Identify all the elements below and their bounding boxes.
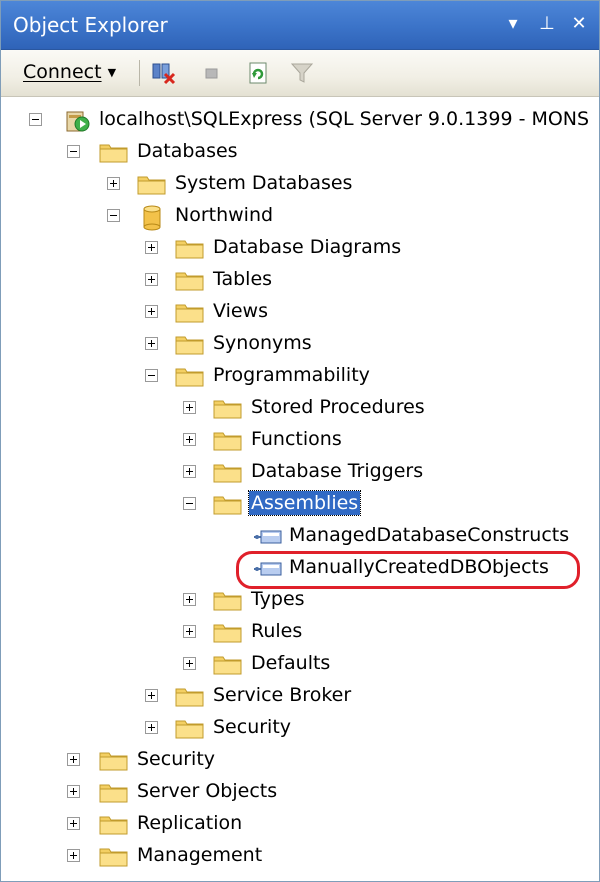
folder-icon <box>213 589 243 615</box>
database-icon <box>141 205 165 235</box>
folder-icon <box>213 653 243 679</box>
tree-label-defaults[interactable]: Defaults <box>249 651 332 675</box>
expand-icon[interactable] <box>145 305 158 318</box>
expand-icon[interactable] <box>145 337 158 350</box>
title-bar: Object Explorer ▾ ⊥ ✕ <box>1 1 599 50</box>
filter-icon[interactable] <box>289 61 315 85</box>
tree-label-management[interactable]: Management <box>135 843 264 867</box>
tree-label-synonyms[interactable]: Synonyms <box>211 331 314 355</box>
tree-label-northwind[interactable]: Northwind <box>173 203 275 227</box>
expand-icon[interactable] <box>183 625 196 638</box>
folder-icon <box>213 621 243 647</box>
panel-title: Object Explorer <box>13 13 168 37</box>
stop-icon[interactable] <box>199 61 225 85</box>
folder-icon <box>175 717 205 743</box>
folder-icon <box>99 845 129 871</box>
tree-label-manually-created-db-objects[interactable]: ManuallyCreatedDBObjects <box>287 555 551 579</box>
folder-icon <box>137 173 167 199</box>
connect-button[interactable]: Connect ▼ <box>23 60 116 85</box>
tree-label-assemblies[interactable]: Assemblies <box>247 490 362 516</box>
tree-label-tables[interactable]: Tables <box>211 267 274 291</box>
expand-icon[interactable] <box>145 689 158 702</box>
folder-icon <box>99 813 129 839</box>
folder-icon <box>175 269 205 295</box>
expand-icon[interactable] <box>107 177 120 190</box>
tree-label-programmability[interactable]: Programmability <box>211 363 372 387</box>
tree-label-databases[interactable]: Databases <box>135 139 240 163</box>
tree-label-views[interactable]: Views <box>211 299 270 323</box>
tree-label-system-databases[interactable]: System Databases <box>173 171 354 195</box>
collapse-icon[interactable] <box>29 113 42 126</box>
connect-dropdown-icon[interactable]: ▼ <box>108 66 116 79</box>
assembly-icon <box>253 560 283 582</box>
expand-icon[interactable] <box>67 753 80 766</box>
folder-icon <box>175 333 205 359</box>
tree-label-security[interactable]: Security <box>135 747 217 771</box>
toolbar: Connect ▼ <box>1 50 599 97</box>
folder-icon <box>99 781 129 807</box>
collapse-icon[interactable] <box>107 209 120 222</box>
expand-icon[interactable] <box>67 817 80 830</box>
object-explorer-panel: Object Explorer ▾ ⊥ ✕ Connect ▼ localhos… <box>0 0 600 882</box>
expand-icon[interactable] <box>145 241 158 254</box>
server-icon <box>63 109 93 137</box>
tree-label-database-diagrams[interactable]: Database Diagrams <box>211 235 403 259</box>
collapse-icon[interactable] <box>67 145 80 158</box>
expand-icon[interactable] <box>145 721 158 734</box>
pin-button[interactable]: ⊥ <box>535 11 559 37</box>
connect-label: Connect <box>23 61 102 83</box>
object-tree: localhost\SQLExpress (SQL Server 9.0.139… <box>1 97 599 881</box>
tree-label-service-broker[interactable]: Service Broker <box>211 683 353 707</box>
expand-icon[interactable] <box>183 465 196 478</box>
folder-icon <box>175 237 205 263</box>
expand-icon[interactable] <box>183 593 196 606</box>
folder-icon <box>175 365 205 391</box>
expand-icon[interactable] <box>183 433 196 446</box>
folder-icon <box>213 493 243 519</box>
folder-icon <box>213 461 243 487</box>
expand-icon[interactable] <box>183 401 196 414</box>
collapse-icon[interactable] <box>183 497 196 510</box>
tree-label-managed-database-constructs[interactable]: ManagedDatabaseConstructs <box>287 523 571 547</box>
close-button[interactable]: ✕ <box>567 11 591 37</box>
tree-label-database-triggers[interactable]: Database Triggers <box>249 459 425 483</box>
tree-label-replication[interactable]: Replication <box>135 811 244 835</box>
expand-icon[interactable] <box>67 849 80 862</box>
refresh-icon[interactable] <box>245 61 271 85</box>
tree-label-stored-procedures[interactable]: Stored Procedures <box>249 395 427 419</box>
expand-icon[interactable] <box>145 273 158 286</box>
expand-icon[interactable] <box>67 785 80 798</box>
tree-label-server-objects[interactable]: Server Objects <box>135 779 279 803</box>
tree-label-functions[interactable]: Functions <box>249 427 344 451</box>
folder-icon <box>213 397 243 423</box>
expand-icon[interactable] <box>183 657 196 670</box>
folder-icon <box>99 141 129 167</box>
window-dropdown-button[interactable]: ▾ <box>501 11 525 37</box>
tree-label-server[interactable]: localhost\SQLExpress (SQL Server 9.0.139… <box>97 107 591 131</box>
assembly-icon <box>253 528 283 550</box>
disconnect-icon[interactable] <box>151 61 177 85</box>
folder-icon <box>175 685 205 711</box>
folder-icon <box>175 301 205 327</box>
folder-icon <box>213 429 243 455</box>
tree-label-types[interactable]: Types <box>249 587 307 611</box>
collapse-icon[interactable] <box>145 369 158 382</box>
folder-icon <box>99 749 129 775</box>
tree-label-rules[interactable]: Rules <box>249 619 304 643</box>
tree-label-db-security[interactable]: Security <box>211 715 293 739</box>
toolbar-separator <box>139 60 140 86</box>
